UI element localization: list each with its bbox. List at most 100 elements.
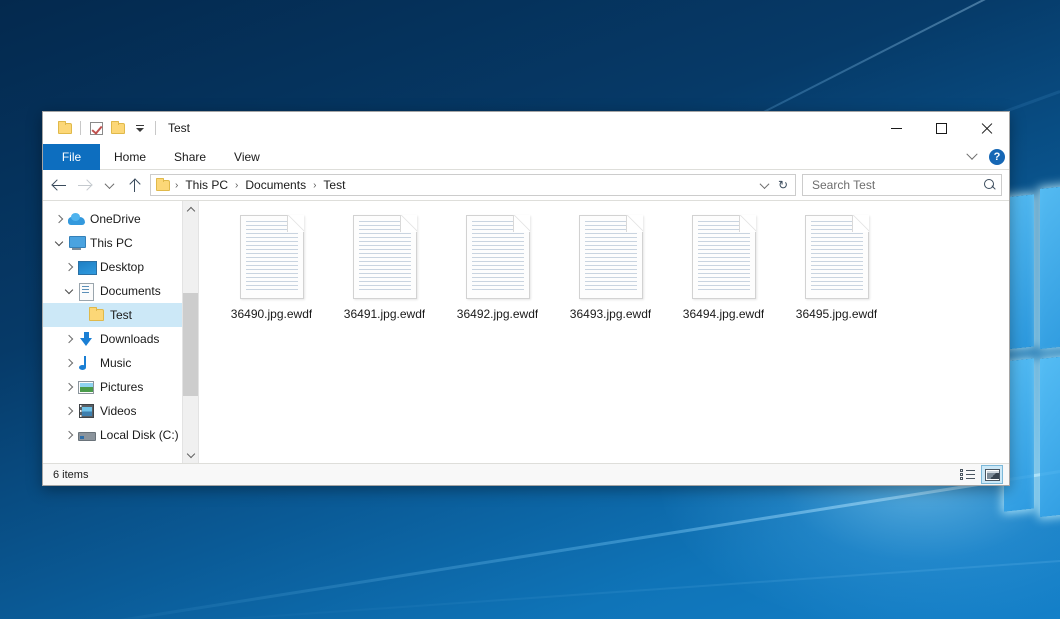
sidebar-item-label: Music bbox=[100, 356, 131, 370]
help-icon[interactable]: ? bbox=[989, 149, 1005, 165]
recent-locations-button[interactable] bbox=[97, 173, 122, 197]
sidebar-item-label: This PC bbox=[90, 236, 133, 250]
twisty-collapsed-icon[interactable] bbox=[61, 375, 77, 399]
scroll-down-icon[interactable] bbox=[183, 446, 199, 463]
twisty-collapsed-icon[interactable] bbox=[61, 255, 77, 279]
item-count-text: 6 items bbox=[53, 469, 956, 481]
tab-file[interactable]: File bbox=[43, 144, 100, 170]
breadcrumb-separator: › bbox=[232, 180, 241, 191]
new-folder-icon[interactable] bbox=[107, 117, 129, 139]
windows-logo-pane bbox=[1040, 183, 1060, 349]
twisty-collapsed-icon[interactable] bbox=[61, 351, 77, 375]
pictures-icon bbox=[77, 378, 95, 396]
disk-icon bbox=[77, 426, 95, 444]
sidebar-item-music[interactable]: Music bbox=[43, 351, 198, 375]
breadcrumb-item-documents[interactable]: Documents bbox=[241, 177, 310, 193]
onedrive-icon bbox=[67, 210, 85, 228]
twisty-collapsed-icon[interactable] bbox=[61, 327, 77, 351]
file-item[interactable]: 36490.jpg.ewdf bbox=[215, 213, 328, 341]
up-button[interactable] bbox=[122, 173, 147, 197]
details-view-icon bbox=[960, 469, 975, 480]
file-item[interactable]: 36493.jpg.ewdf bbox=[554, 213, 667, 341]
address-bar-row: › This PC › Documents › Test ↻ bbox=[43, 170, 1009, 200]
sidebar-item-label: Local Disk (C:) bbox=[100, 428, 179, 442]
window-controls bbox=[874, 112, 1009, 144]
sidebar-item-test[interactable]: Test bbox=[43, 303, 198, 327]
maximize-button[interactable] bbox=[919, 112, 964, 144]
file-name: 36492.jpg.ewdf bbox=[457, 307, 538, 321]
sidebar-item-label: Videos bbox=[100, 404, 136, 418]
back-button[interactable] bbox=[47, 173, 72, 197]
generic-file-icon bbox=[353, 215, 417, 299]
large-icons-view-button[interactable] bbox=[981, 465, 1003, 484]
desktop: Test File Home Share View ? bbox=[0, 0, 1060, 619]
navigation-pane-scrollbar[interactable] bbox=[182, 201, 198, 463]
close-button[interactable] bbox=[964, 112, 1009, 144]
file-name: 36491.jpg.ewdf bbox=[344, 307, 425, 321]
file-item[interactable]: 36491.jpg.ewdf bbox=[328, 213, 441, 341]
customize-qat-caret-icon[interactable] bbox=[129, 117, 151, 139]
search-icon[interactable] bbox=[984, 179, 997, 192]
sidebar-item-onedrive[interactable]: OneDrive bbox=[43, 207, 198, 231]
search-input[interactable] bbox=[810, 177, 984, 193]
tab-share[interactable]: Share bbox=[160, 144, 220, 170]
scroll-up-icon[interactable] bbox=[183, 201, 199, 218]
tab-view[interactable]: View bbox=[220, 144, 274, 170]
twisty-expanded-icon[interactable] bbox=[51, 231, 67, 255]
twisty-collapsed-icon[interactable] bbox=[51, 207, 67, 231]
sidebar-item-videos[interactable]: Videos bbox=[43, 399, 198, 423]
file-item[interactable]: 36492.jpg.ewdf bbox=[441, 213, 554, 341]
chevron-down-icon[interactable] bbox=[961, 146, 983, 168]
file-item[interactable]: 36495.jpg.ewdf bbox=[780, 213, 893, 341]
generic-file-icon bbox=[466, 215, 530, 299]
sidebar-item-local-disk-c[interactable]: Local Disk (C:) bbox=[43, 423, 198, 447]
sidebar-item-label: Test bbox=[110, 308, 132, 322]
file-list-pane[interactable]: 36490.jpg.ewdf 36491.jpg.ewdf 36492.jpg.… bbox=[199, 201, 1009, 463]
divider bbox=[80, 121, 81, 135]
breadcrumb-separator: › bbox=[310, 180, 319, 191]
navigation-pane: OneDrive This PC Desktop bbox=[43, 201, 199, 463]
scrollbar-thumb[interactable] bbox=[183, 293, 199, 396]
twisty-collapsed-icon[interactable] bbox=[61, 423, 77, 447]
sidebar-item-documents[interactable]: Documents bbox=[43, 279, 198, 303]
divider bbox=[155, 121, 156, 135]
folder-icon bbox=[156, 180, 170, 191]
folder-icon[interactable] bbox=[54, 117, 76, 139]
breadcrumb[interactable]: › This PC › Documents › Test ↻ bbox=[150, 174, 796, 196]
breadcrumb-list: › This PC › Documents › Test bbox=[172, 177, 755, 193]
title-bar: Test bbox=[43, 112, 1009, 144]
details-view-button[interactable] bbox=[956, 465, 978, 484]
file-item[interactable]: 36494.jpg.ewdf bbox=[667, 213, 780, 341]
sidebar-item-pictures[interactable]: Pictures bbox=[43, 375, 198, 399]
tab-home[interactable]: Home bbox=[100, 144, 160, 170]
breadcrumb-item-test[interactable]: Test bbox=[319, 177, 349, 193]
file-grid: 36490.jpg.ewdf 36491.jpg.ewdf 36492.jpg.… bbox=[215, 213, 1009, 341]
window-title: Test bbox=[168, 121, 190, 135]
videos-icon bbox=[77, 402, 95, 420]
breadcrumb-item-this-pc[interactable]: This PC bbox=[181, 177, 232, 193]
generic-file-icon bbox=[692, 215, 756, 299]
explorer-body: OneDrive This PC Desktop bbox=[43, 200, 1009, 463]
folder-tree: OneDrive This PC Desktop bbox=[43, 201, 198, 447]
search-box[interactable] bbox=[802, 174, 1002, 196]
refresh-icon[interactable]: ↻ bbox=[774, 175, 793, 195]
sidebar-item-downloads[interactable]: Downloads bbox=[43, 327, 198, 351]
windows-logo-pane bbox=[1040, 353, 1060, 517]
twisty-expanded-icon[interactable] bbox=[61, 279, 77, 303]
quick-access-toolbar: Test bbox=[43, 117, 190, 139]
twisty-collapsed-icon[interactable] bbox=[61, 399, 77, 423]
desktop-icon bbox=[77, 258, 95, 276]
view-toggle-group bbox=[956, 465, 1003, 484]
sidebar-item-this-pc[interactable]: This PC bbox=[43, 231, 198, 255]
forward-button[interactable] bbox=[72, 173, 97, 197]
properties-checkbox-icon[interactable] bbox=[85, 117, 107, 139]
computer-icon bbox=[67, 234, 85, 252]
status-bar: 6 items bbox=[43, 463, 1009, 485]
minimize-button[interactable] bbox=[874, 112, 919, 144]
ribbon-right-controls: ? bbox=[961, 144, 1005, 170]
sidebar-item-label: Pictures bbox=[100, 380, 143, 394]
downloads-icon bbox=[77, 330, 95, 348]
previous-locations-chevron-icon[interactable] bbox=[755, 175, 774, 195]
sidebar-item-desktop[interactable]: Desktop bbox=[43, 255, 198, 279]
documents-icon bbox=[77, 282, 95, 300]
